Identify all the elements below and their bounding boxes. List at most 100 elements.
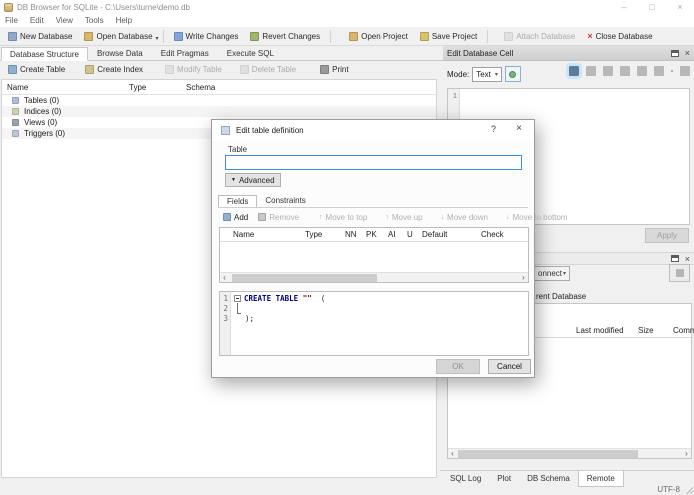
tree-item-indices[interactable]: Indices (0) <box>2 106 436 117</box>
export-icon[interactable] <box>620 66 630 76</box>
main-tabbar: Database Structure Browse Data Edit Prag… <box>0 46 443 61</box>
print-button[interactable]: Print <box>314 61 354 78</box>
scroll-left-icon[interactable]: ‹ <box>220 273 229 283</box>
auto-format-button[interactable] <box>504 66 521 82</box>
move-down-label: Move down <box>447 212 488 222</box>
fields-table[interactable]: Name Type NN PK AI U Default Check ‹ › <box>219 227 529 283</box>
tree-column-type[interactable]: Type <box>129 83 146 92</box>
column-name[interactable]: Name <box>233 230 254 239</box>
import-icon[interactable] <box>603 66 613 76</box>
scrollbar-thumb[interactable] <box>232 274 377 282</box>
column-check[interactable]: Check <box>481 230 504 239</box>
tree-item-tables[interactable]: Tables (0) <box>2 95 436 106</box>
tab-db-schema[interactable]: DB Schema <box>519 471 578 487</box>
help-icon[interactable]: ? <box>491 124 496 134</box>
tab-remote[interactable]: Remote <box>577 471 624 487</box>
add-field-button[interactable]: Add <box>218 213 253 222</box>
indices-icon <box>12 108 19 115</box>
mode-select[interactable]: Text ▾ <box>472 66 502 82</box>
word-wrap-icon[interactable] <box>566 63 582 79</box>
open-database-dropdown-icon[interactable]: ▾ <box>156 31 159 42</box>
scrollbar-thumb[interactable] <box>458 450 638 458</box>
column-ai[interactable]: AI <box>388 230 396 239</box>
attach-database-label: Attach Database <box>516 31 576 41</box>
fields-toolbar: Add Remove ↑ Move to top ↑ Move up ↓ Mov… <box>218 210 568 224</box>
menu-help[interactable]: Help <box>115 16 133 25</box>
statusbar: UTF-8 <box>0 485 694 495</box>
tree-column-name[interactable]: Name <box>7 83 28 92</box>
column-commit[interactable]: Comm <box>673 326 694 335</box>
tab-database-structure[interactable]: Database Structure <box>1 47 88 61</box>
menu-tools[interactable]: Tools <box>84 16 105 25</box>
save-project-button[interactable]: Save Project <box>414 28 483 45</box>
resize-grip[interactable] <box>686 487 693 494</box>
open-project-button[interactable]: Open Project <box>343 28 414 45</box>
close-icon[interactable]: × <box>666 0 694 14</box>
scroll-left-icon[interactable]: ‹ <box>448 449 457 459</box>
menu-view[interactable]: View <box>55 16 74 25</box>
dialog-titlebar[interactable]: Edit table definition ? × <box>212 120 534 141</box>
move-bottom-icon: ↓ <box>505 213 510 221</box>
fullscreen-icon[interactable] <box>654 66 664 76</box>
identity-select[interactable]: onnect ▾ <box>534 266 570 281</box>
fields-table-hscrollbar[interactable]: ‹ › <box>220 272 528 282</box>
close-database-button[interactable]: × Close Database <box>581 28 658 45</box>
edit-table-dialog: Edit table definition ? × Table ▼ Advanc… <box>211 119 568 378</box>
write-changes-icon <box>173 31 183 41</box>
advanced-toggle-button[interactable]: ▼ Advanced <box>225 173 281 187</box>
float-panel-icon[interactable] <box>670 255 679 262</box>
move-up-icon: ↑ <box>385 213 389 221</box>
separator-dot <box>671 70 673 72</box>
modify-table-icon <box>165 65 175 74</box>
print-label: Print <box>332 65 349 74</box>
table-name-input[interactable] <box>225 155 522 170</box>
column-size[interactable]: Size <box>638 326 654 335</box>
new-database-icon <box>8 31 17 41</box>
save-icon[interactable] <box>637 66 647 76</box>
tab-edit-pragmas[interactable]: Edit Pragmas <box>152 46 218 60</box>
scroll-right-icon[interactable]: › <box>682 449 691 459</box>
column-last-modified[interactable]: Last modified <box>576 326 624 335</box>
menu-edit[interactable]: Edit <box>29 16 45 25</box>
scroll-right-icon[interactable]: › <box>519 273 528 283</box>
column-pk[interactable]: PK <box>366 230 377 239</box>
sql-preview-editor[interactable]: 1 2 3 CREATE TABLE "" ( ); <box>219 291 529 356</box>
column-nn[interactable]: NN <box>345 230 357 239</box>
open-database-button[interactable]: Open Database <box>78 28 158 45</box>
create-index-button[interactable]: Create Index <box>79 61 149 78</box>
tree-column-schema[interactable]: Schema <box>186 83 215 92</box>
cancel-button[interactable]: Cancel <box>488 359 531 374</box>
remote-action-button[interactable] <box>669 264 690 282</box>
attach-database-button: Attach Database <box>498 28 581 45</box>
close-panel-icon[interactable]: × <box>685 48 690 58</box>
close-panel-icon[interactable]: × <box>685 254 690 264</box>
minimize-icon[interactable]: – <box>610 0 638 14</box>
column-default[interactable]: Default <box>422 230 447 239</box>
tab-browse-data[interactable]: Browse Data <box>88 46 152 60</box>
menu-file[interactable]: File <box>4 16 19 25</box>
new-database-button[interactable]: New Database <box>2 28 78 45</box>
set-null-icon[interactable] <box>586 66 596 76</box>
tab-sql-log[interactable]: SQL Log <box>442 471 489 487</box>
tab-execute-sql[interactable]: Execute SQL <box>218 46 283 60</box>
add-label: Add <box>234 212 249 222</box>
print-cell-icon[interactable] <box>680 66 690 76</box>
float-panel-icon[interactable] <box>670 49 679 57</box>
encoding-label: UTF-8 <box>657 485 680 494</box>
tree-item-label: Tables (0) <box>24 96 60 105</box>
dialog-close-icon[interactable]: × <box>516 123 522 134</box>
move-top-label: Move to top <box>325 212 368 222</box>
table-name-label: Table <box>228 145 248 154</box>
revert-changes-button[interactable]: Revert Changes <box>244 28 326 45</box>
move-down-icon: ↓ <box>440 213 445 221</box>
write-changes-button[interactable]: Write Changes <box>168 28 245 45</box>
column-u[interactable]: U <box>407 230 413 239</box>
remote-table-hscrollbar[interactable]: ‹ › <box>448 448 691 458</box>
code-fold-icon[interactable] <box>234 295 241 302</box>
sql-line-1: CREATE TABLE "" ( <box>244 294 325 303</box>
tab-plot[interactable]: Plot <box>489 471 519 487</box>
create-table-button[interactable]: Create Table <box>2 61 71 78</box>
add-icon <box>223 213 231 221</box>
column-type[interactable]: Type <box>305 230 322 239</box>
maximize-icon[interactable]: □ <box>638 0 666 14</box>
